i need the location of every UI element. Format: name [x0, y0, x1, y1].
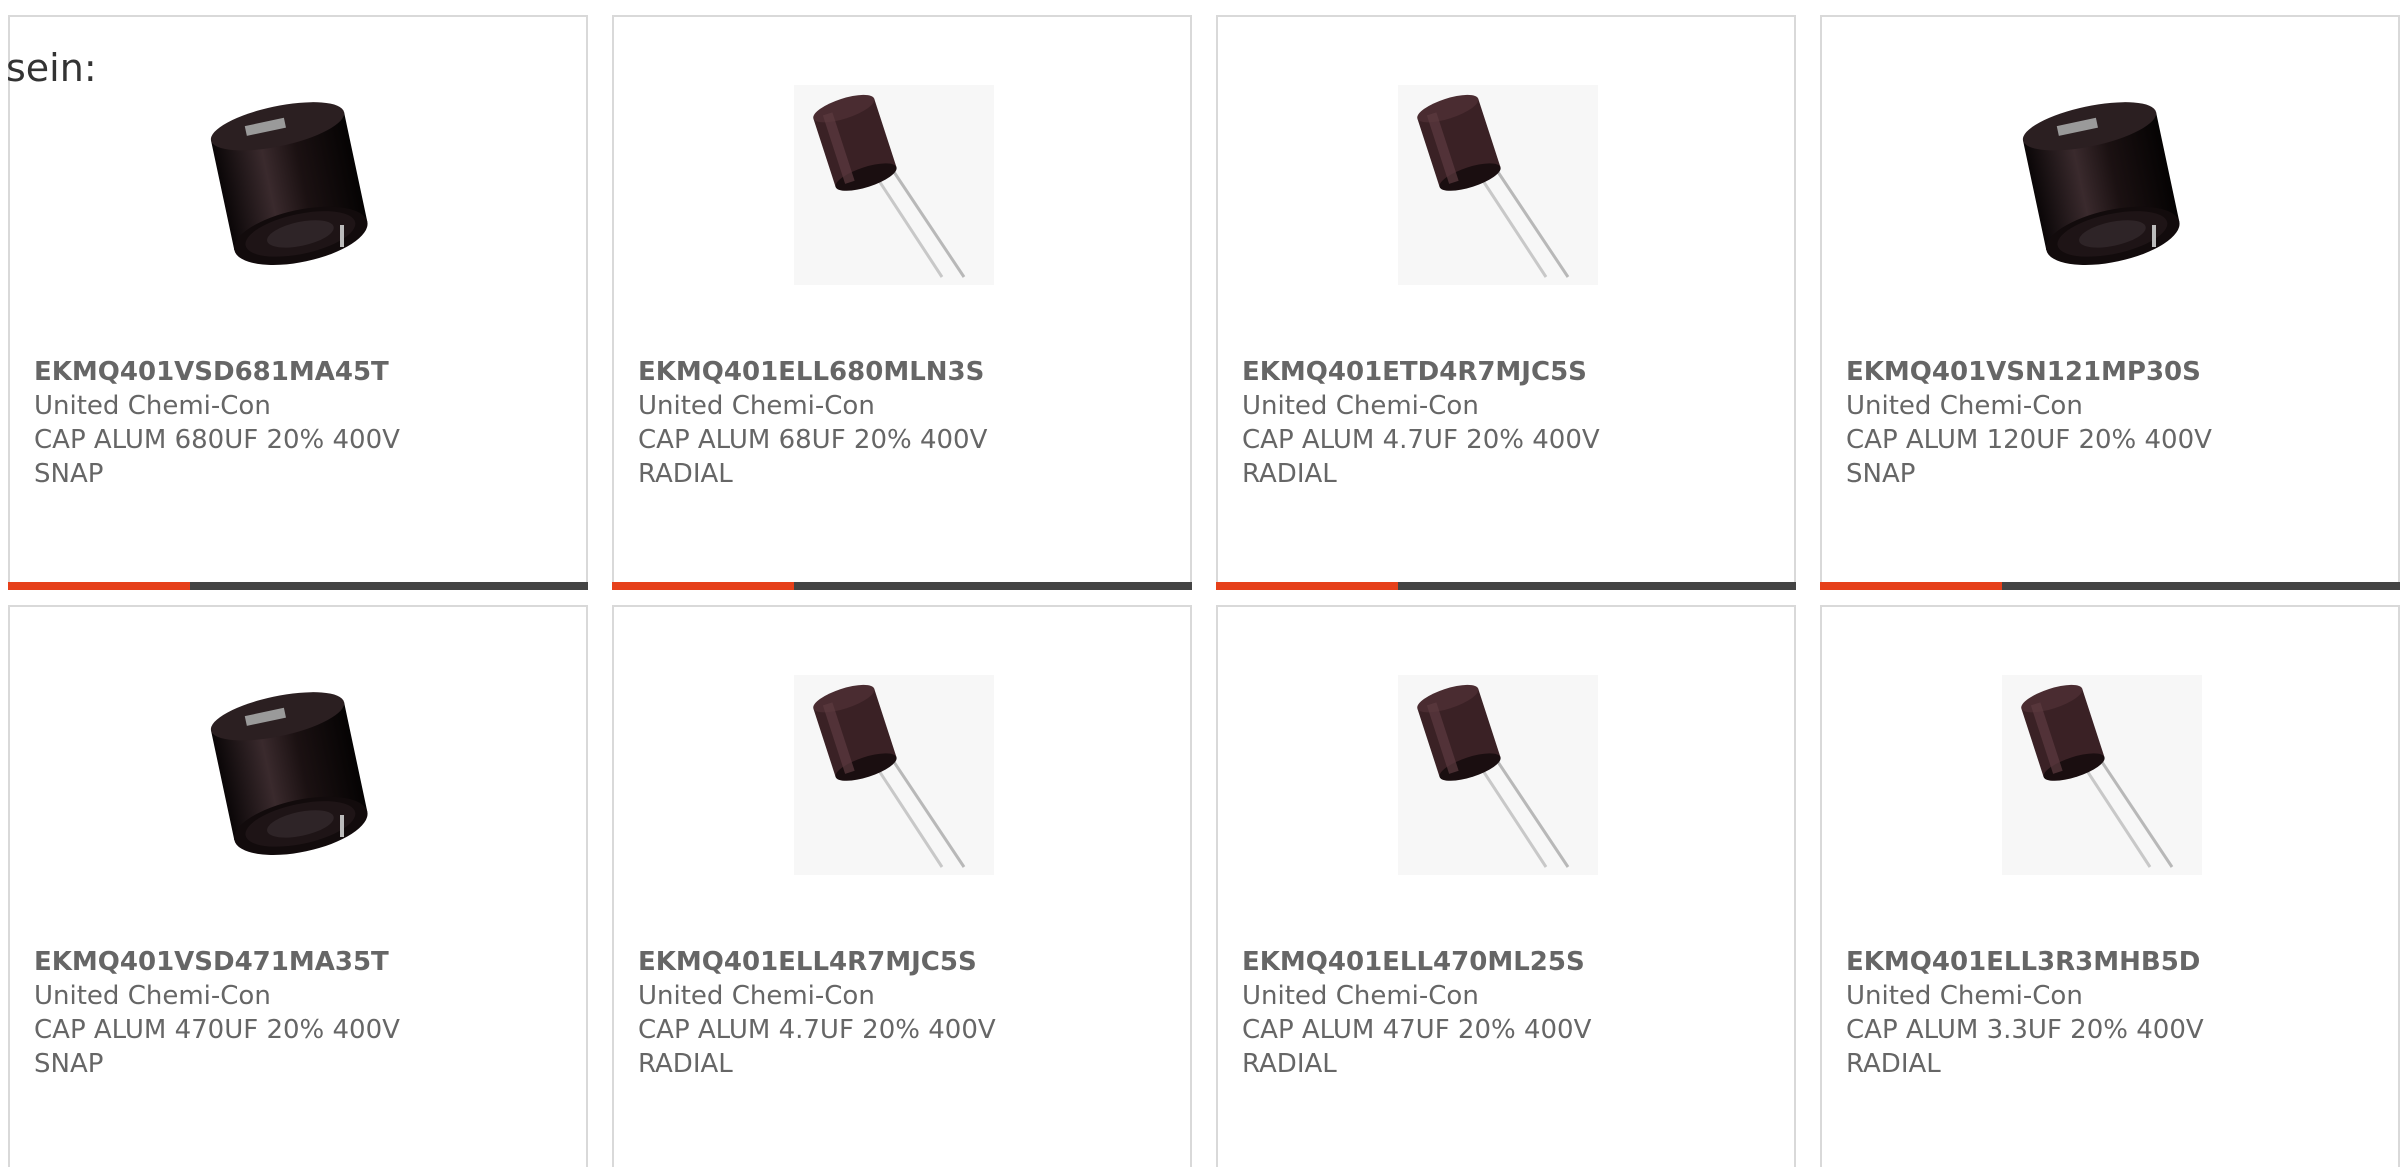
radial-capacitor-image[interactable]	[1398, 675, 1598, 875]
radial-capacitor-image[interactable]	[1398, 85, 1598, 285]
product-card[interactable]: EKMQ401VSD681MA45T United Chemi-Con CAP …	[8, 15, 588, 590]
product-info: EKMQ401ELL4R7MJC5S United Chemi-Con CAP …	[638, 945, 1170, 1081]
part-number-link[interactable]: EKMQ401VSD681MA45T	[34, 355, 566, 389]
product-info: EKMQ401ELL680MLN3S United Chemi-Con CAP …	[638, 355, 1170, 491]
part-number-link[interactable]: EKMQ401ETD4R7MJC5S	[1242, 355, 1774, 389]
manufacturer: United Chemi-Con	[34, 391, 271, 421]
description-line: CAP ALUM 680UF 20% 400V	[34, 425, 400, 455]
description-line: RADIAL	[638, 459, 733, 489]
description-line: RADIAL	[1846, 1049, 1941, 1079]
product-card[interactable]: EKMQ401ETD4R7MJC5S United Chemi-Con CAP …	[1216, 15, 1796, 590]
product-description: CAP ALUM 3.3UF 20% 400V RADIAL	[1846, 1013, 2378, 1081]
card-accent-bar	[612, 582, 794, 590]
product-description: CAP ALUM 68UF 20% 400V RADIAL	[638, 423, 1170, 491]
description-line: RADIAL	[638, 1049, 733, 1079]
description-line: SNAP	[34, 459, 104, 489]
manufacturer: United Chemi-Con	[638, 391, 875, 421]
manufacturer: United Chemi-Con	[1242, 391, 1479, 421]
snap-in-capacitor-image[interactable]	[190, 675, 390, 875]
manufacturer: United Chemi-Con	[1846, 391, 2083, 421]
radial-capacitor-image[interactable]	[794, 675, 994, 875]
product-grid: EKMQ401VSD681MA45T United Chemi-Con CAP …	[8, 15, 2400, 1167]
description-line: CAP ALUM 470UF 20% 400V	[34, 1015, 400, 1045]
intro-text: sein:	[6, 46, 97, 90]
product-info: EKMQ401VSD681MA45T United Chemi-Con CAP …	[34, 355, 566, 491]
product-description: CAP ALUM 470UF 20% 400V SNAP	[34, 1013, 566, 1081]
product-info: EKMQ401ELL470ML25S United Chemi-Con CAP …	[1242, 945, 1774, 1081]
product-card[interactable]: EKMQ401ELL470ML25S United Chemi-Con CAP …	[1216, 605, 1796, 1167]
product-info: EKMQ401ETD4R7MJC5S United Chemi-Con CAP …	[1242, 355, 1774, 491]
description-line: RADIAL	[1242, 459, 1337, 489]
product-description: CAP ALUM 47UF 20% 400V RADIAL	[1242, 1013, 1774, 1081]
product-card[interactable]: EKMQ401ELL3R3MHB5D United Chemi-Con CAP …	[1820, 605, 2400, 1167]
part-number-link[interactable]: EKMQ401ELL680MLN3S	[638, 355, 1170, 389]
product-page: EKMQ401VSD681MA45T United Chemi-Con CAP …	[0, 0, 2400, 1167]
product-description: CAP ALUM 4.7UF 20% 400V RADIAL	[1242, 423, 1774, 491]
part-number-link[interactable]: EKMQ401ELL470ML25S	[1242, 945, 1774, 979]
description-line: SNAP	[1846, 459, 1916, 489]
product-card[interactable]: EKMQ401ELL680MLN3S United Chemi-Con CAP …	[612, 15, 1192, 590]
product-description: CAP ALUM 680UF 20% 400V SNAP	[34, 423, 566, 491]
part-number-link[interactable]: EKMQ401VSN121MP30S	[1846, 355, 2378, 389]
description-line: CAP ALUM 47UF 20% 400V	[1242, 1015, 1592, 1045]
product-info: EKMQ401VSN121MP30S United Chemi-Con CAP …	[1846, 355, 2378, 491]
description-line: RADIAL	[1242, 1049, 1337, 1079]
part-number-link[interactable]: EKMQ401ELL3R3MHB5D	[1846, 945, 2378, 979]
card-accent-bar	[1820, 582, 2002, 590]
description-line: CAP ALUM 4.7UF 20% 400V	[638, 1015, 996, 1045]
card-bottom-bar	[612, 582, 1192, 590]
description-line: CAP ALUM 4.7UF 20% 400V	[1242, 425, 1600, 455]
manufacturer: United Chemi-Con	[1846, 981, 2083, 1011]
description-line: SNAP	[34, 1049, 104, 1079]
snap-in-capacitor-image[interactable]	[2002, 85, 2202, 285]
manufacturer: United Chemi-Con	[638, 981, 875, 1011]
card-accent-bar	[8, 582, 190, 590]
product-card[interactable]: EKMQ401VSD471MA35T United Chemi-Con CAP …	[8, 605, 588, 1167]
product-card[interactable]: EKMQ401ELL4R7MJC5S United Chemi-Con CAP …	[612, 605, 1192, 1167]
radial-capacitor-image[interactable]	[794, 85, 994, 285]
description-line: CAP ALUM 68UF 20% 400V	[638, 425, 988, 455]
card-bottom-bar	[1216, 582, 1796, 590]
part-number-link[interactable]: EKMQ401VSD471MA35T	[34, 945, 566, 979]
part-number-link[interactable]: EKMQ401ELL4R7MJC5S	[638, 945, 1170, 979]
product-info: EKMQ401ELL3R3MHB5D United Chemi-Con CAP …	[1846, 945, 2378, 1081]
manufacturer: United Chemi-Con	[34, 981, 271, 1011]
product-description: CAP ALUM 120UF 20% 400V SNAP	[1846, 423, 2378, 491]
card-accent-bar	[1216, 582, 1398, 590]
card-bottom-bar	[8, 582, 588, 590]
product-card[interactable]: EKMQ401VSN121MP30S United Chemi-Con CAP …	[1820, 15, 2400, 590]
product-description: CAP ALUM 4.7UF 20% 400V RADIAL	[638, 1013, 1170, 1081]
radial-capacitor-image[interactable]	[2002, 675, 2202, 875]
card-bottom-bar	[1820, 582, 2400, 590]
snap-in-capacitor-image[interactable]	[190, 85, 390, 285]
description-line: CAP ALUM 3.3UF 20% 400V	[1846, 1015, 2204, 1045]
product-info: EKMQ401VSD471MA35T United Chemi-Con CAP …	[34, 945, 566, 1081]
description-line: CAP ALUM 120UF 20% 400V	[1846, 425, 2212, 455]
manufacturer: United Chemi-Con	[1242, 981, 1479, 1011]
